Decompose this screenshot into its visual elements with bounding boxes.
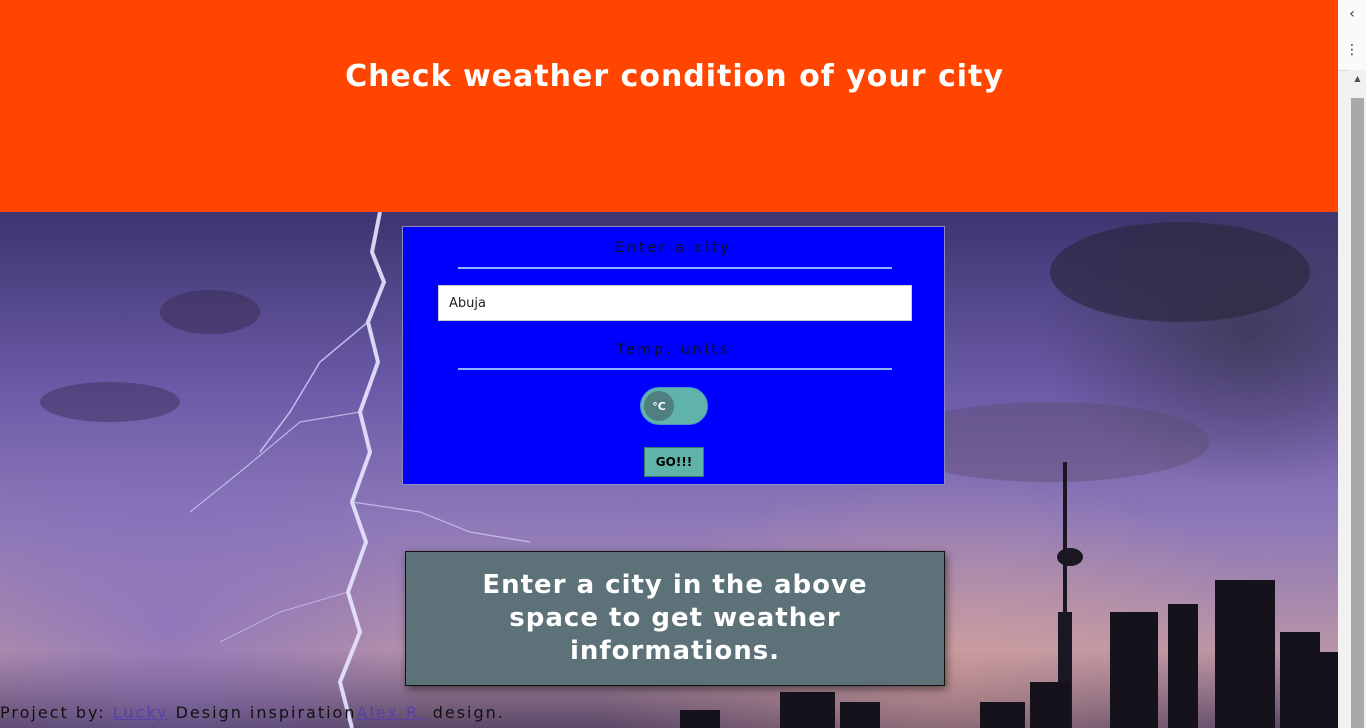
author-link[interactable]: Lucky xyxy=(113,703,169,722)
vertical-scrollbar[interactable]: ▲ xyxy=(1349,70,1366,728)
lightning-branch xyxy=(259,321,369,453)
tower-pod xyxy=(1057,548,1083,566)
lightning-branch xyxy=(351,501,531,543)
lightning-branch xyxy=(189,411,361,513)
footer-suffix: design. xyxy=(425,703,505,722)
scroll-up-icon[interactable]: ▲ xyxy=(1349,70,1366,87)
cloud xyxy=(1050,222,1310,322)
collapse-icon[interactable]: ‹ xyxy=(1338,0,1366,28)
temp-units-label: Temp. units xyxy=(616,342,731,358)
footer-prefix: Project by: xyxy=(0,703,113,722)
scrollbar-thumb[interactable] xyxy=(1351,98,1364,728)
footer-credits: Project by: Lucky Design inspirationAlex… xyxy=(0,703,505,722)
city-input[interactable] xyxy=(438,285,912,321)
toggle-knob[interactable]: °C xyxy=(644,391,674,421)
weather-form: Enter a city Temp. units °C GO!!! xyxy=(402,226,945,485)
cloud xyxy=(160,290,260,334)
page-title: Check weather condition of your city xyxy=(345,58,1004,94)
divider xyxy=(458,267,892,269)
inspiration-link[interactable]: Alex R. xyxy=(356,703,425,722)
lightning-branch xyxy=(219,591,349,643)
temp-unit-toggle[interactable]: °C xyxy=(640,387,708,425)
more-options-icon[interactable]: ⋮ xyxy=(1338,36,1366,64)
result-panel: Enter a city in the above space to get w… xyxy=(405,551,945,686)
footer-middle: Design inspiration xyxy=(168,703,357,722)
header-banner: Check weather condition of your city xyxy=(0,0,1349,212)
result-message: Enter a city in the above space to get w… xyxy=(482,570,868,666)
cloud xyxy=(40,382,180,422)
city-label: Enter a city xyxy=(615,240,732,256)
page: Check weather condition of your city Ent… xyxy=(0,0,1349,728)
divider xyxy=(458,368,892,370)
side-panel-controls: ‹ ⋮ xyxy=(1338,0,1366,71)
lightning-bolt xyxy=(337,212,387,728)
go-button[interactable]: GO!!! xyxy=(644,447,704,477)
